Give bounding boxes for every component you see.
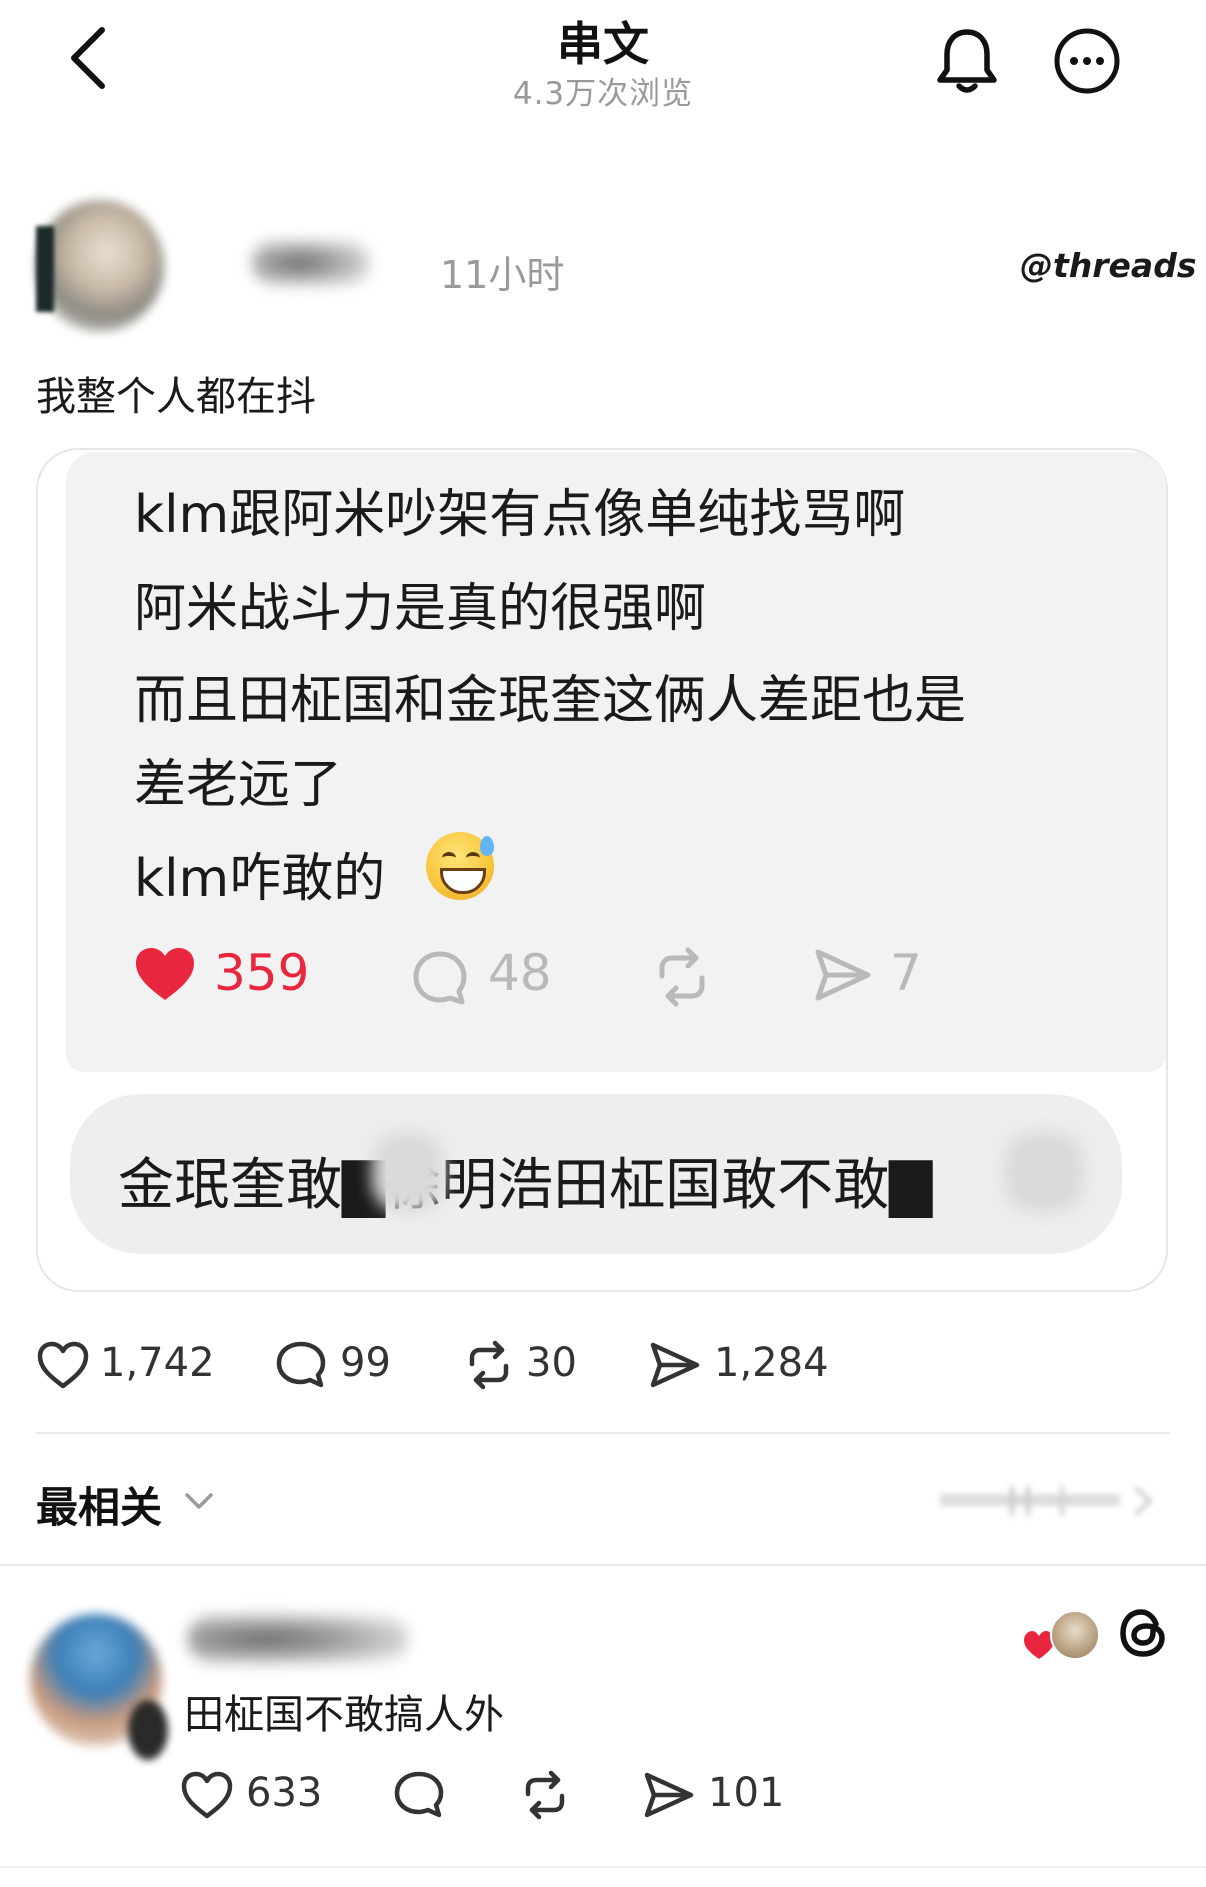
heart-filled-icon <box>136 948 194 1000</box>
divider <box>0 1564 1206 1566</box>
view-count: 4.3万次浏览 <box>512 76 694 112</box>
comment-repost-button[interactable] <box>518 1770 578 1826</box>
comment-like-count: 633 <box>246 1770 323 1816</box>
comment-icon <box>394 1771 444 1818</box>
sort-dropdown-label[interactable]: 最相关 <box>36 1474 162 1535</box>
notification-button[interactable] <box>932 24 1002 96</box>
share-count: 1,284 <box>714 1340 829 1386</box>
author-name-blurred[interactable] <box>252 240 370 286</box>
chevron-down-icon[interactable] <box>182 1484 216 1518</box>
quoted-reply-text: 金珉奎敢▇徐明浩田柾国敢不敢▇ <box>118 1153 933 1218</box>
more-options-button[interactable] <box>1052 26 1122 96</box>
heart-icon <box>181 1771 233 1819</box>
quoted-line: 而且田柾国和金珉奎这俩人差距也是 <box>134 671 967 731</box>
liker-avatar <box>1050 1610 1100 1660</box>
repost-icon <box>659 947 705 1007</box>
share-icon <box>815 949 871 1001</box>
post-text: 我整个人都在抖 <box>36 374 316 420</box>
comment-icon <box>413 951 467 1005</box>
bell-icon <box>937 29 997 93</box>
threads-watermark: @threads <box>1020 246 1197 285</box>
repost-icon <box>469 1340 509 1390</box>
page-title: 串文 <box>557 17 649 71</box>
commenter-name-blurred[interactable] <box>188 1614 408 1664</box>
quoted-comment-count: 48 <box>488 944 552 1002</box>
threads-brand-text: threads <box>1053 246 1197 285</box>
comment-icon <box>276 1341 326 1388</box>
like-count: 1,742 <box>100 1340 215 1386</box>
quoted-line: klm跟阿米吵架有点像单纯找骂啊 <box>134 485 906 545</box>
comment-reply-button[interactable] <box>392 1770 452 1826</box>
comment-share-count: 101 <box>708 1770 785 1816</box>
post-timestamp: 11小时 <box>440 253 565 297</box>
view-activity-link[interactable] <box>940 1480 1160 1522</box>
repost-count: 30 <box>526 1340 577 1386</box>
heart-icon <box>37 1341 89 1389</box>
comment-count: 99 <box>340 1340 391 1386</box>
repost-icon <box>525 1770 565 1820</box>
emoji-sweat-drop <box>480 836 494 856</box>
divider <box>36 1432 1170 1434</box>
commenter-avatar-badge <box>128 1700 168 1760</box>
more-icon <box>1054 28 1120 94</box>
author-avatar[interactable] <box>36 200 164 332</box>
redaction-smudge <box>372 1132 444 1212</box>
divider <box>0 1866 1206 1868</box>
threads-icon[interactable] <box>1116 1606 1170 1660</box>
quoted-like-count: 359 <box>214 944 310 1002</box>
emoji-eye <box>442 852 456 864</box>
redaction-smudge <box>1004 1132 1084 1212</box>
quoted-line: klm咋敢的 <box>134 849 386 909</box>
quoted-line: 阿米战斗力是真的很强啊 <box>134 579 707 639</box>
comment-text: 田柾国不敢搞人外 <box>184 1692 504 1738</box>
quoted-line: 差老远了 <box>134 755 343 815</box>
quoted-share-count: 7 <box>890 944 922 1002</box>
emoji-eye <box>466 852 480 864</box>
share-icon <box>650 1342 700 1388</box>
author-avatar-edge <box>36 226 54 312</box>
share-icon <box>644 1772 694 1818</box>
